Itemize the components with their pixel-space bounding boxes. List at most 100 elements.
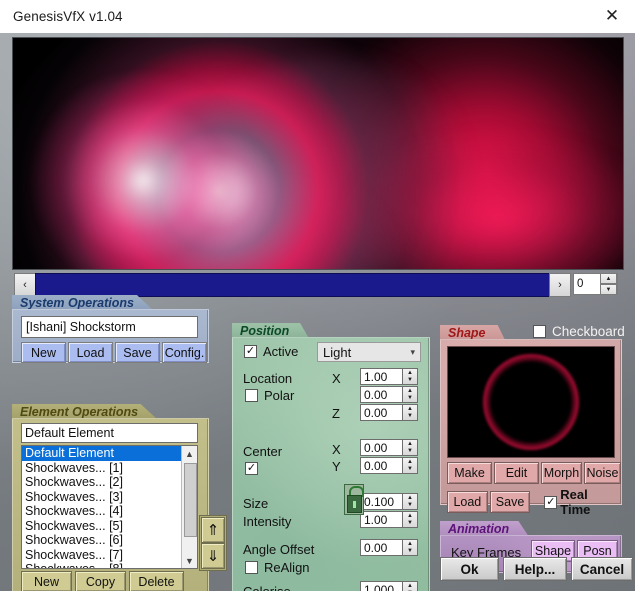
position-active-option[interactable]: ✓ Active xyxy=(244,344,298,359)
help-button[interactable]: Help... xyxy=(503,557,567,581)
location-x-label: X xyxy=(332,371,341,386)
title-bar: GenesisVfX v1.04 ✕ xyxy=(0,0,635,34)
location-x-value[interactable]: 1.00 xyxy=(360,368,403,385)
shape-make-button[interactable]: Make xyxy=(447,462,492,484)
size-stepper[interactable]: ▲ ▼ xyxy=(403,493,418,510)
list-item[interactable]: Shockwaves... [3] xyxy=(22,490,181,505)
shape-morph-button[interactable]: Morph xyxy=(541,462,582,484)
move-up-icon[interactable]: ⇑ xyxy=(201,517,225,543)
real-time-checkbox[interactable]: ✓ xyxy=(544,495,558,509)
close-icon[interactable]: ✕ xyxy=(589,0,635,32)
timeline-prev-button[interactable]: ‹ xyxy=(14,273,36,297)
list-item[interactable]: Shockwaves... [8] xyxy=(22,562,181,568)
list-item[interactable]: Shockwaves... [4] xyxy=(22,504,181,519)
element-list-scrollbar[interactable]: ▲ ▼ xyxy=(181,446,197,568)
position-active-checkbox[interactable]: ✓ xyxy=(244,345,257,358)
element-delete-button[interactable]: Delete xyxy=(129,571,184,591)
angle-offset-stepper[interactable]: ▲ ▼ xyxy=(403,539,418,556)
location-y-stepper[interactable]: ▲ ▼ xyxy=(403,386,418,403)
list-item[interactable]: Shockwaves... [6] xyxy=(22,533,181,548)
realign-option[interactable]: ReAlign xyxy=(245,560,310,575)
intensity-field[interactable]: 1.00 ▲ ▼ xyxy=(360,511,418,528)
element-copy-button[interactable]: Copy xyxy=(75,571,126,591)
scroll-up-icon[interactable]: ▲ xyxy=(182,446,197,461)
list-item[interactable]: Shockwaves... [1] xyxy=(22,461,181,476)
center-label: Center xyxy=(243,444,283,459)
system-name-input[interactable]: [Ishani] Shockstorm xyxy=(21,316,198,338)
element-type-select[interactable]: Light ▾ xyxy=(317,342,421,362)
shape-edit-button[interactable]: Edit xyxy=(494,462,539,484)
ok-button[interactable]: Ok xyxy=(440,557,499,581)
colorise-field[interactable]: 1.000 ▲▼ xyxy=(360,581,418,591)
location-x-field[interactable]: 1.00 ▲ ▼ xyxy=(360,368,418,385)
size-label: Size xyxy=(243,496,269,511)
angle-offset-value[interactable]: 0.00 xyxy=(360,539,403,556)
scrollbar-thumb[interactable] xyxy=(184,463,197,537)
center-y-stepper[interactable]: ▲ ▼ xyxy=(403,457,418,474)
list-item[interactable]: Default Element xyxy=(22,446,181,461)
intensity-value[interactable]: 1.00 xyxy=(360,511,403,528)
location-z-value[interactable]: 0.00 xyxy=(360,404,403,421)
polar-option[interactable]: Polar xyxy=(245,388,294,403)
element-operations-panel: Element Operations Default Element Defau… xyxy=(12,404,209,591)
center-y-field[interactable]: 0.00 ▲ ▼ xyxy=(360,457,418,474)
center-x-value[interactable]: 0.00 xyxy=(360,439,403,456)
size-field[interactable]: 0.100 ▲ ▼ xyxy=(360,493,418,510)
frame-number-stepper[interactable]: ▲ ▼ xyxy=(600,273,617,295)
chevron-down-icon: ▾ xyxy=(410,346,415,357)
shape-load-button[interactable]: Load xyxy=(447,491,488,513)
location-z-field[interactable]: 0.00 ▲ ▼ xyxy=(360,404,418,421)
intensity-stepper[interactable]: ▲ ▼ xyxy=(403,511,418,528)
scroll-down-icon[interactable]: ▼ xyxy=(182,553,197,568)
system-new-button[interactable]: New xyxy=(21,342,66,363)
dialog-background: ‹ › 0 ▲ ▼ Checkboard System Operations [… xyxy=(0,33,635,591)
effect-render xyxy=(13,38,623,269)
location-z-stepper[interactable]: ▲ ▼ xyxy=(403,404,418,421)
location-y-field[interactable]: 0.00 ▲ ▼ xyxy=(360,386,418,403)
timeline-scrollbar[interactable] xyxy=(35,273,550,297)
element-reorder-controls: ⇑ ⇓ xyxy=(199,515,227,571)
element-new-button[interactable]: New xyxy=(21,571,72,591)
window-title: GenesisVfX v1.04 xyxy=(13,9,123,24)
element-type-value: Light xyxy=(323,344,352,360)
frame-down-icon[interactable]: ▼ xyxy=(600,284,617,295)
colorise-value[interactable]: 1.000 xyxy=(360,581,403,591)
lock-icon[interactable] xyxy=(344,484,364,515)
size-value[interactable]: 0.100 xyxy=(360,493,403,510)
list-item[interactable]: Shockwaves... [2] xyxy=(22,475,181,490)
center-checkbox[interactable]: ✓ xyxy=(245,462,258,475)
realign-checkbox[interactable] xyxy=(245,561,258,574)
element-name-input[interactable]: Default Element xyxy=(21,423,198,443)
system-operations-panel: System Operations [Ishani] Shockstorm Ne… xyxy=(12,295,209,363)
element-list[interactable]: Default Element Shockwaves... [1] Shockw… xyxy=(21,445,198,569)
location-y-value[interactable]: 0.00 xyxy=(360,386,403,403)
location-x-stepper[interactable]: ▲ ▼ xyxy=(403,368,418,385)
shape-noise-button[interactable]: Noise xyxy=(584,462,621,484)
shape-panel: Shape Make Edit Morph Noise Load Save ✓ … xyxy=(440,325,622,517)
effect-preview[interactable] xyxy=(12,37,624,270)
shape-preview[interactable] xyxy=(447,346,615,458)
center-x-stepper[interactable]: ▲ ▼ xyxy=(403,439,418,456)
colorise-stepper[interactable]: ▲▼ xyxy=(403,581,418,591)
shape-buttons-row-2: Load Save ✓ Real Time xyxy=(447,487,621,517)
colorise-label: Colorise xyxy=(243,584,291,591)
element-operations-buttons: New Copy Delete xyxy=(21,571,187,591)
frame-up-icon[interactable]: ▲ xyxy=(600,273,617,284)
angle-offset-field[interactable]: 0.00 ▲ ▼ xyxy=(360,539,418,556)
system-save-button[interactable]: Save xyxy=(115,342,160,363)
center-y-value[interactable]: 0.00 xyxy=(360,457,403,474)
system-config-button[interactable]: Config. xyxy=(162,342,207,363)
center-x-field[interactable]: 0.00 ▲ ▼ xyxy=(360,439,418,456)
position-active-label: Active xyxy=(263,344,299,359)
list-item[interactable]: Shockwaves... [7] xyxy=(22,548,181,563)
center-x-label: X xyxy=(332,442,341,457)
system-load-button[interactable]: Load xyxy=(68,342,113,363)
position-panel: Position ✓ Active Light ▾ Location Polar… xyxy=(232,323,430,591)
shape-save-button[interactable]: Save xyxy=(489,491,531,513)
polar-checkbox[interactable] xyxy=(245,389,258,402)
list-item[interactable]: Shockwaves... [5] xyxy=(22,519,181,534)
cancel-button[interactable]: Cancel xyxy=(571,557,633,581)
polar-label: Polar xyxy=(264,388,295,403)
move-down-icon[interactable]: ⇓ xyxy=(201,543,225,569)
timeline-next-button[interactable]: › xyxy=(549,273,571,297)
